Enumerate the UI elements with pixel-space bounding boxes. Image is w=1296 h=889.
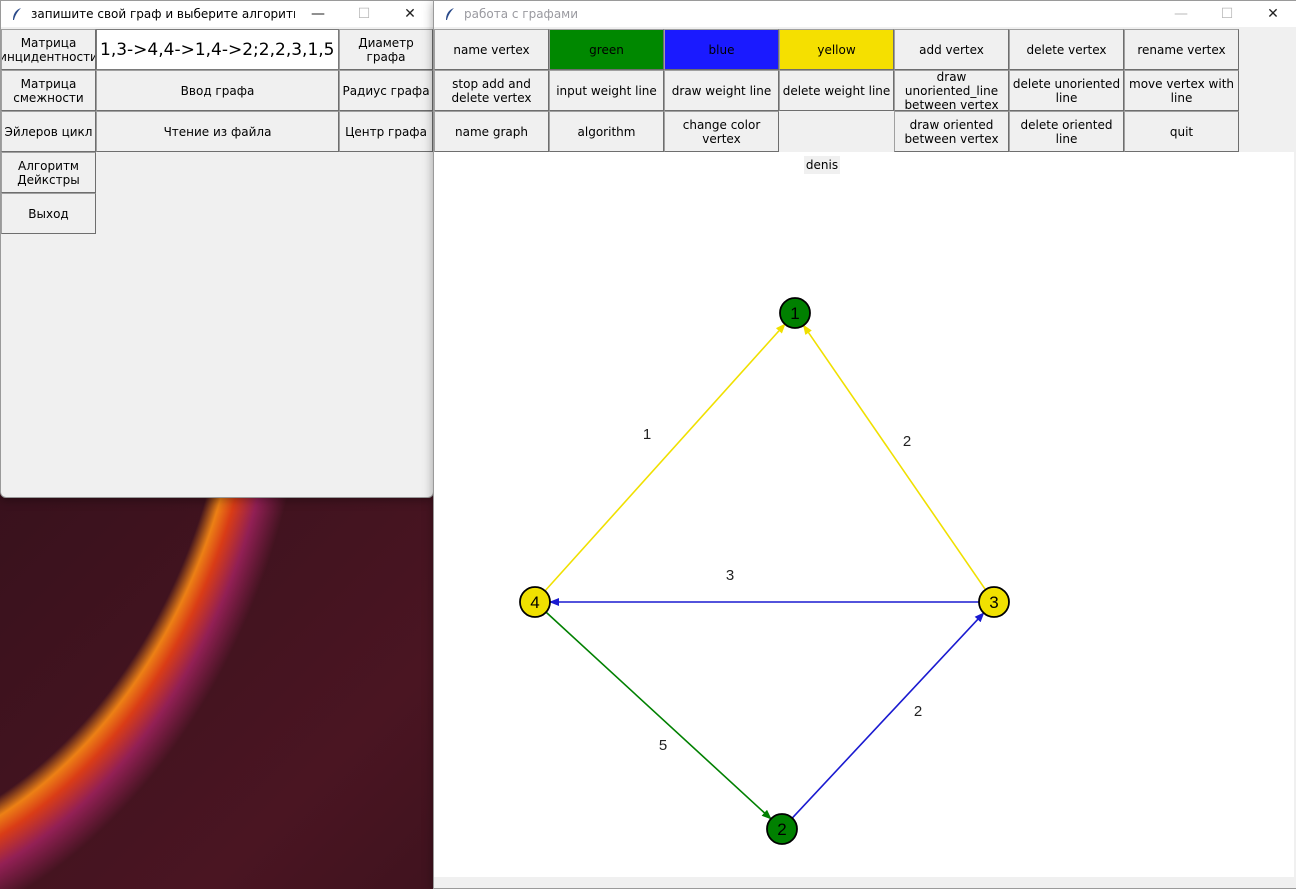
edge-2-3[interactable]: [791, 612, 985, 819]
graph-input-field[interactable]: 1,3->4,4->1,4->2;2,2,3,1,5: [96, 29, 339, 70]
graph-drawing: 1 2 3 2 5 1 2 3 4: [519, 297, 1010, 845]
draw-weight-line-button[interactable]: draw weight line: [664, 70, 779, 111]
stop-add-delete-vertex-button[interactable]: stop add and delete vertex: [434, 70, 549, 111]
add-vertex-button[interactable]: add vertex: [894, 29, 1009, 70]
edge-4-2[interactable]: [545, 611, 772, 820]
change-color-vertex-button[interactable]: change color vertex: [664, 111, 779, 152]
move-vertex-with-line-button[interactable]: move vertex with line: [1124, 70, 1239, 111]
edge-weight-label: 2: [903, 433, 911, 450]
maximize-icon[interactable]: ☐: [1204, 1, 1250, 27]
edge-weight-label: 5: [659, 737, 667, 754]
name-vertex-button[interactable]: name vertex: [434, 29, 549, 70]
vertex-label: 4: [530, 593, 539, 612]
feather-icon: [13, 8, 21, 20]
read-file-button[interactable]: Чтение из файла: [96, 111, 339, 152]
delete-oriented-line-button[interactable]: delete oriented line: [1009, 111, 1124, 152]
algorithm-button[interactable]: algorithm: [549, 111, 664, 152]
graph-canvas[interactable]: denis 123251234: [434, 152, 1294, 877]
algorithm-window-titlebar[interactable]: запишите свой граф и выберите алгоритм —…: [1, 1, 433, 27]
graph-editor-window: работа с графами — ☐ ✕ name vertex green…: [433, 0, 1296, 889]
exit-button[interactable]: Выход: [1, 193, 96, 234]
graph-editor-title: работа с графами: [464, 7, 579, 21]
radius-button[interactable]: Радиус графа: [339, 70, 433, 111]
minimize-icon[interactable]: —: [1158, 1, 1204, 27]
edge-weight-label: 2: [914, 703, 922, 720]
minimize-icon[interactable]: —: [295, 1, 341, 27]
edge-weight-label: 3: [726, 567, 734, 584]
quit-button[interactable]: quit: [1124, 111, 1239, 152]
input-weight-line-button[interactable]: input weight line: [549, 70, 664, 111]
euler-cycle-button[interactable]: Эйлеров цикл: [1, 111, 96, 152]
feather-icon: [446, 8, 454, 20]
edge-4-1[interactable]: [544, 323, 786, 592]
diameter-button[interactable]: Диаметр графа: [339, 29, 433, 70]
center-button[interactable]: Центр графа: [339, 111, 433, 152]
yellow-color-button[interactable]: yellow: [779, 29, 894, 70]
input-graph-button[interactable]: Ввод графа: [96, 70, 339, 111]
draw-unoriented-line-button[interactable]: draw unoriented_line between vertex: [894, 70, 1009, 111]
name-graph-button[interactable]: name graph: [434, 111, 549, 152]
vertex-label: 3: [989, 593, 998, 612]
delete-unoriented-line-button[interactable]: delete unoriented line: [1009, 70, 1124, 111]
maximize-icon[interactable]: ☐: [341, 1, 387, 27]
close-icon[interactable]: ✕: [387, 1, 433, 27]
empty-toolbar-slot: [779, 111, 894, 152]
edge-3-1[interactable]: [802, 324, 987, 591]
rename-vertex-button[interactable]: rename vertex: [1124, 29, 1239, 70]
algorithm-window: запишите свой граф и выберите алгоритм —…: [0, 0, 434, 498]
blue-color-button[interactable]: blue: [664, 29, 779, 70]
green-color-button[interactable]: green: [549, 29, 664, 70]
edge-weight-label: 1: [643, 426, 651, 443]
vertex-label: 1: [790, 304, 799, 323]
incidence-matrix-button[interactable]: Матрица инцидентности: [1, 29, 96, 70]
adjacency-matrix-button[interactable]: Матрица смежности: [1, 70, 96, 111]
draw-oriented-line-button[interactable]: draw oriented between vertex: [894, 111, 1009, 152]
vertex-label: 2: [777, 820, 786, 839]
close-icon[interactable]: ✕: [1250, 1, 1296, 27]
algorithm-window-title: запишите свой граф и выберите алгоритм: [31, 7, 295, 21]
delete-vertex-button[interactable]: delete vertex: [1009, 29, 1124, 70]
dijkstra-button[interactable]: Алгоритм Дейкстры: [1, 152, 96, 193]
graph-editor-titlebar[interactable]: работа с графами — ☐ ✕: [434, 1, 1296, 27]
delete-weight-line-button[interactable]: delete weight line: [779, 70, 894, 111]
